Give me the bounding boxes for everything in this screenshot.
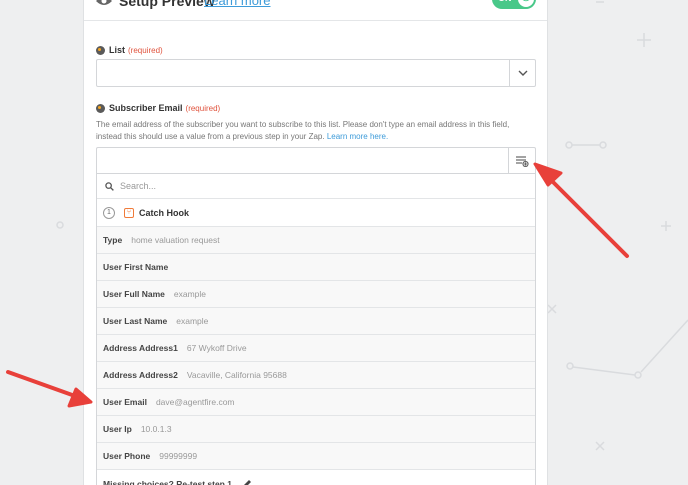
option-key: User Email [103, 397, 147, 407]
setup-preview-title: Setup Preview [119, 0, 215, 9]
search-input[interactable] [120, 181, 500, 191]
pencil-icon[interactable] [242, 479, 252, 485]
option-value: example [173, 289, 207, 299]
option-value: 99999999 [159, 451, 198, 461]
step-header[interactable]: 1 ⑂ Catch Hook [97, 199, 535, 227]
zap-setup-panel: Setup Preview Learn more ON List (requir… [83, 0, 548, 485]
option-key: User Full Name [103, 289, 165, 299]
option-key: User Last Name [103, 316, 168, 326]
step-number-badge: 1 [103, 206, 115, 219]
option-key: Type [103, 235, 123, 245]
insert-field-icon [516, 155, 529, 167]
list-dropdown-toggle[interactable] [509, 60, 535, 86]
option-value: example [176, 316, 209, 326]
option-item[interactable]: User First Name [97, 254, 535, 281]
option-value: dave@agentfire.com [155, 397, 235, 407]
email-field-label: Subscriber Email (required) [96, 103, 220, 113]
option-value: 10.0.1.3 [140, 424, 172, 434]
option-key: User Phone [103, 451, 151, 461]
retest-text: Missing choices? Re-test step 1. [103, 478, 235, 485]
option-key: User Ip [103, 424, 132, 434]
list-field-label: List (required) [96, 45, 163, 55]
app-icon [96, 45, 105, 55]
annotation-arrow-icon [533, 162, 629, 258]
required-marker: (required) [128, 45, 163, 55]
option-item[interactable]: Address Address2 Vacaville, California 95… [97, 362, 535, 389]
option-key: Address Address2 [103, 370, 178, 380]
insert-field-button[interactable] [508, 148, 535, 173]
option-key: Address Address1 [103, 343, 178, 353]
annotation-arrow-icon [6, 370, 93, 408]
option-key: User First Name [103, 262, 169, 272]
option-item[interactable]: User Email dave@agentfire.com [97, 389, 535, 416]
list-select[interactable] [96, 59, 536, 87]
learn-more-link[interactable]: Learn more [204, 0, 270, 8]
option-item[interactable]: User Ip 10.0.1.3 [97, 416, 535, 443]
catch-hook-icon: ⑂ [124, 207, 134, 218]
email-help-text: The email address of the subscriber you … [96, 119, 526, 143]
required-marker: (required) [185, 103, 221, 113]
option-item[interactable]: Type home valuation request [97, 227, 535, 254]
option-item[interactable]: User Full Name example [97, 281, 535, 308]
help-text-body: The email address of the subscriber you … [96, 120, 510, 141]
option-value: home valuation request [131, 235, 220, 245]
learn-more-here-link[interactable]: Learn more here. [327, 132, 388, 141]
option-value: 67 Wykoff Drive [186, 343, 247, 353]
eye-icon [522, 0, 530, 2]
option-item[interactable]: User Last Name example [97, 308, 535, 335]
option-item[interactable]: Address Address1 67 Wykoff Drive [97, 335, 535, 362]
chevron-down-icon [518, 70, 527, 76]
toggle-label: ON [498, 0, 512, 3]
email-label-text: Subscriber Email [109, 103, 183, 113]
option-item[interactable]: User Phone 99999999 [97, 443, 535, 470]
option-value: Vacaville, California 95688 [186, 370, 287, 380]
toggle-knob [518, 0, 534, 7]
subscriber-email-input[interactable] [96, 147, 536, 174]
eye-icon [96, 0, 112, 5]
dropdown-search [97, 174, 535, 199]
step-title: Catch Hook [139, 207, 190, 218]
preview-toggle[interactable]: ON [492, 0, 536, 9]
setup-header: Setup Preview Learn more ON [84, 0, 547, 21]
field-picker-dropdown: 1 ⑂ Catch Hook Type home valuation reques… [96, 173, 536, 485]
app-icon [96, 103, 105, 113]
list-label-text: List [109, 45, 126, 55]
search-icon [105, 181, 114, 191]
retest-footer[interactable]: Missing choices? Re-test step 1. [97, 470, 535, 485]
